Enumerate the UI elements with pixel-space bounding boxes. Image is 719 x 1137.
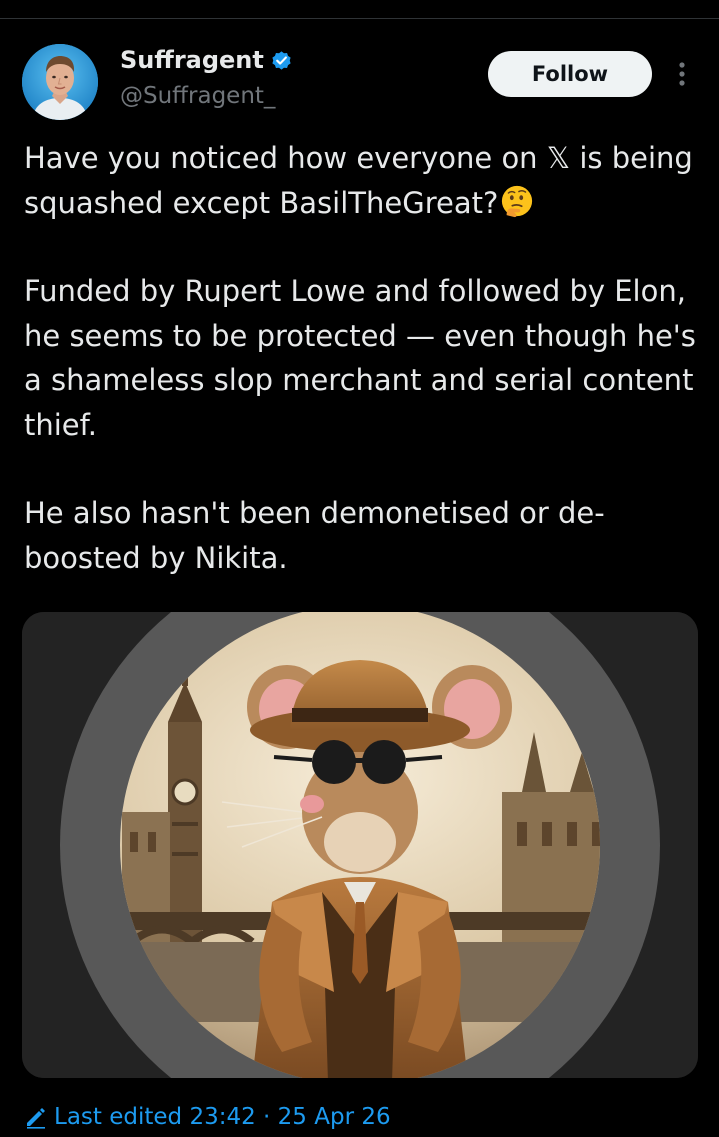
mouse-detective-illustration xyxy=(22,612,698,1078)
more-vertical-icon[interactable] xyxy=(668,58,696,90)
top-divider xyxy=(0,18,719,19)
last-edited-link[interactable]: Last edited 23:42 · 25 Apr 26 xyxy=(24,1104,391,1130)
post-paragraph-2: Funded by Rupert Lowe and followed by El… xyxy=(24,274,696,442)
follow-button[interactable]: Follow xyxy=(488,51,652,97)
author-name-row[interactable]: Suffragent xyxy=(120,44,293,76)
post-paragraph-1-text: Have you noticed how everyone on 𝕏 is be… xyxy=(24,141,693,220)
man-portrait-avatar-icon xyxy=(22,44,98,120)
post-paragraph-3: He also hasn't been demonetised or de-bo… xyxy=(24,496,605,575)
post-text: Have you noticed how everyone on 𝕏 is be… xyxy=(24,136,704,580)
author-avatar[interactable] xyxy=(22,44,98,120)
author-name[interactable]: Suffragent xyxy=(120,44,264,76)
post-paragraph-1: Have you noticed how everyone on 𝕏 is be… xyxy=(24,136,704,225)
verified-badge-icon xyxy=(272,50,291,70)
thinking-face-emoji-icon xyxy=(502,185,533,217)
edit-pencil-icon xyxy=(27,1108,45,1129)
last-edited-label[interactable]: Last edited 23:42 · 25 Apr 26 xyxy=(54,1104,391,1130)
post-media-image[interactable] xyxy=(22,612,698,1078)
author-handle[interactable]: @Suffragent_ xyxy=(120,80,275,112)
